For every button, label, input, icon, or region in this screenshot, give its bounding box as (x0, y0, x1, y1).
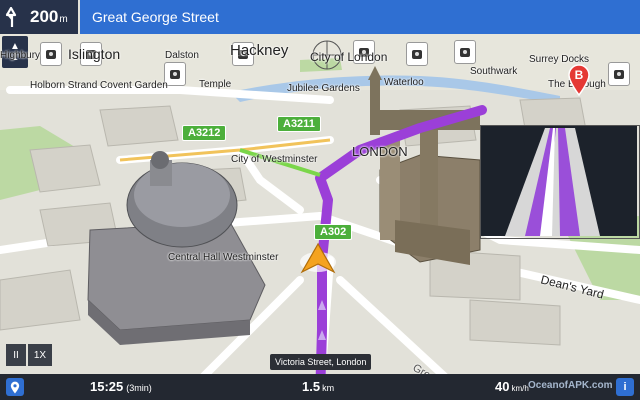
remaining-distance[interactable]: 1.5 km (302, 379, 334, 394)
destination-marker[interactable]: B (567, 64, 591, 97)
road-shield-a3211: A3211 (277, 116, 321, 132)
eta-display[interactable]: 15:25 (3min) (90, 379, 152, 394)
speed-unit: km/h (511, 384, 529, 393)
pause-button[interactable]: II (6, 344, 26, 366)
next-turn-distance: 200m (30, 7, 68, 26)
map-label-jubilee: Jubilee Gardens (287, 83, 360, 94)
simulation-controls: II 1X (6, 344, 52, 366)
speed-camera-icon[interactable] (608, 62, 630, 86)
turn-left-arrow-icon (0, 0, 22, 34)
map-label-temple: Temple (199, 79, 232, 90)
map-label-highbury: Highbury (0, 50, 41, 61)
map-label-london: LONDON (352, 144, 408, 159)
speed-camera-icon[interactable] (406, 42, 428, 66)
road-shield-a302: A302 (314, 224, 353, 240)
eta-duration: (3min) (126, 383, 152, 393)
next-turn-unit: m (59, 14, 68, 25)
eta-time: 15:25 (90, 379, 124, 394)
speed-value: 40 (495, 379, 510, 394)
map-label-central-hall: Central Hall Westminster (168, 252, 279, 263)
next-turn-panel[interactable]: 200m (0, 0, 78, 34)
info-icon[interactable]: i (616, 378, 634, 396)
speed-camera-icon[interactable] (40, 42, 62, 66)
navigation-header: 200m Great George Street (0, 0, 640, 34)
map-label-waterloo: Waterloo (384, 77, 424, 88)
map-label-islington: Islington (68, 46, 121, 62)
current-street-tag: Victoria Street, London (270, 354, 372, 370)
map-label-hackney: Hackney (230, 42, 289, 59)
current-street-banner[interactable]: Great George Street (80, 0, 640, 34)
map-label-southwark: Southwark (470, 66, 518, 77)
destination-marker-letter: B (574, 68, 584, 82)
map-label-holborn: Holborn Strand Covent Garden (30, 80, 168, 91)
lane-guidance-panel (480, 125, 640, 239)
map-label-dalston: Dalston (165, 50, 199, 61)
watermark-text: OceanofAPK.com (528, 380, 613, 391)
map-label-city-of-london: City of London (310, 50, 388, 64)
road-shield-a3212: A3212 (182, 125, 227, 141)
map-pin-icon[interactable] (6, 378, 24, 396)
current-street-name: Great George Street (92, 9, 219, 25)
speed-camera-icon[interactable] (454, 40, 476, 64)
playback-speed-button[interactable]: 1X (28, 344, 52, 366)
remaining-distance-unit: km (322, 383, 335, 393)
map-label-city-of-westminster: City of Westminster (231, 154, 318, 165)
current-speed[interactable]: 40 km/h (495, 379, 529, 394)
remaining-distance-value: 1.5 (302, 379, 321, 394)
